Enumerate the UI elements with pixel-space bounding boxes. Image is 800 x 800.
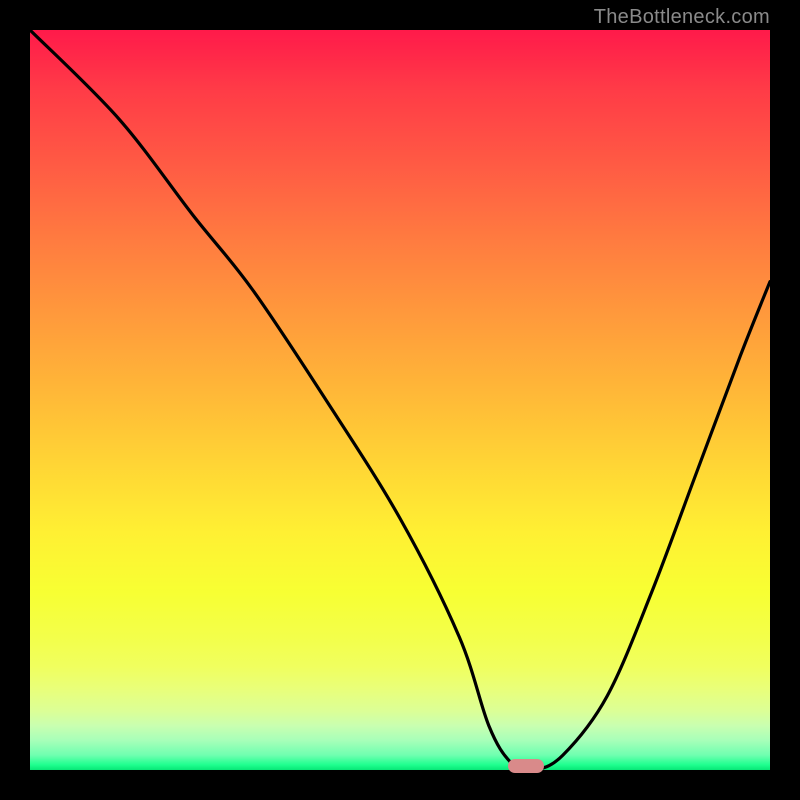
plot-area	[30, 30, 770, 770]
optimal-marker	[508, 759, 544, 773]
bottleneck-curve-path	[30, 30, 770, 770]
chart-frame: TheBottleneck.com	[0, 0, 800, 800]
watermark-text: TheBottleneck.com	[594, 6, 770, 29]
curve-svg	[30, 30, 770, 770]
